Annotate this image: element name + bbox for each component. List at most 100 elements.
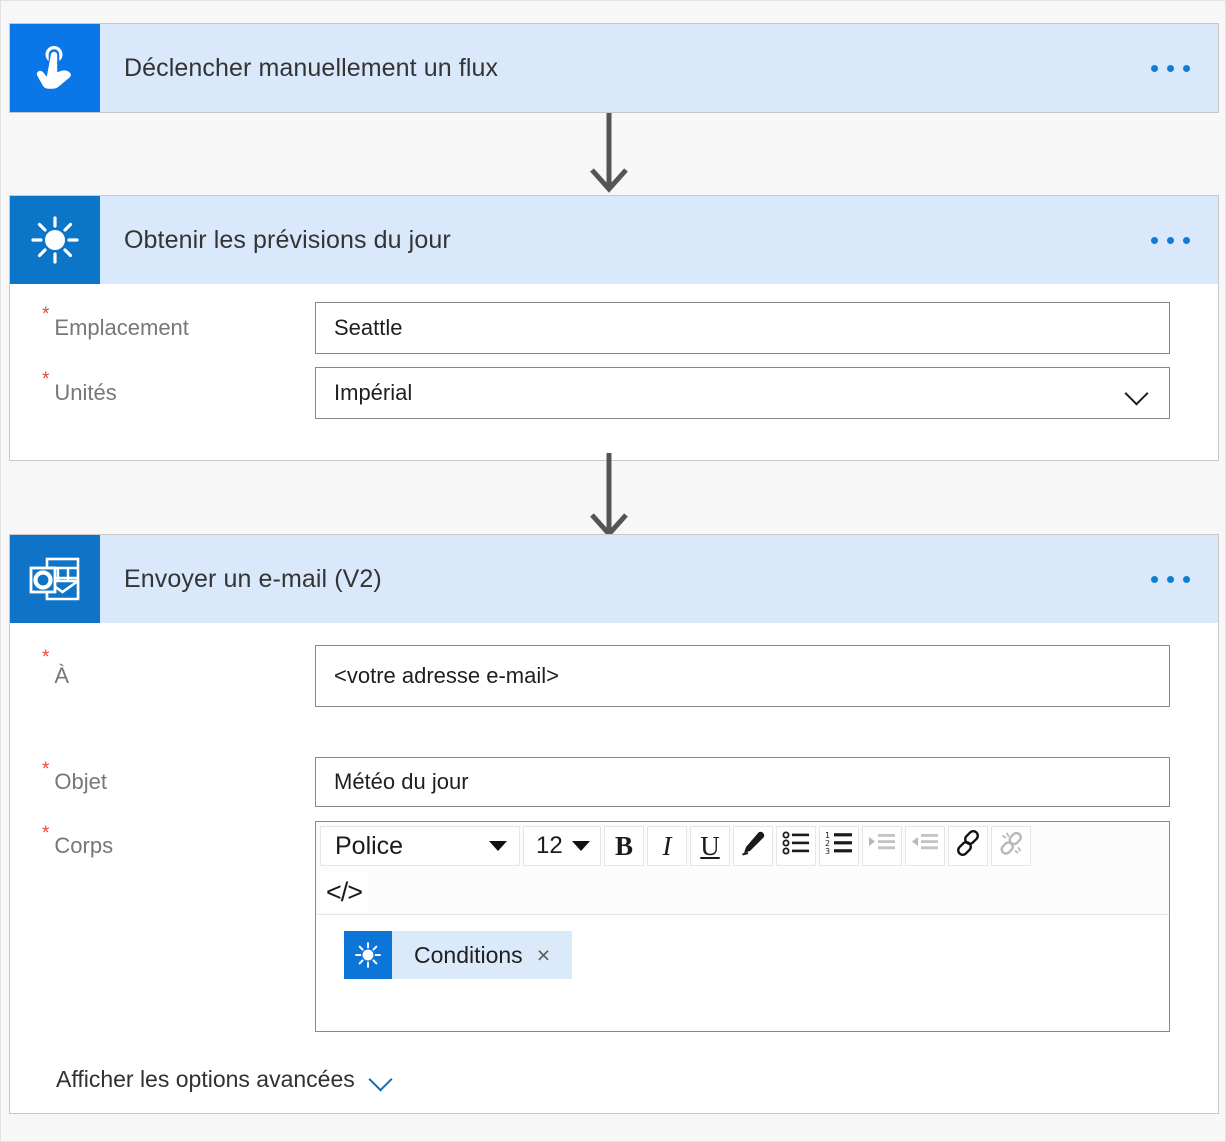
ellipsis-dot xyxy=(1183,64,1190,72)
required-asterisk: * xyxy=(42,823,50,844)
to-input[interactable]: <votre adresse e-mail> xyxy=(315,645,1170,707)
field-label-to: * À xyxy=(10,645,315,707)
rich-text-toolbar: Police 12 B I U 1 2 3 </> xyxy=(316,822,1169,915)
indent-decrease-button[interactable] xyxy=(905,826,945,866)
tap-hand-icon xyxy=(10,24,100,112)
numbered-list-icon: 1 2 3 xyxy=(825,831,853,861)
field-label-body: * Corps xyxy=(10,821,315,871)
insert-link-button[interactable] xyxy=(948,826,988,866)
unites-selected-value: Impérial xyxy=(334,380,413,405)
bulleted-list-icon xyxy=(782,831,810,861)
card-header-weather[interactable]: Obtenir les prévisions du jour xyxy=(10,196,1218,284)
card-header-trigger[interactable]: Déclencher manuellement un flux xyxy=(10,24,1218,112)
flow-step-card-weather[interactable]: Obtenir les prévisions du jour * Emplace… xyxy=(9,195,1219,461)
required-asterisk: * xyxy=(42,304,50,325)
field-row-to: * À <votre adresse e-mail> xyxy=(10,645,1218,707)
rich-text-editor[interactable]: Police 12 B I U 1 2 3 </> Conditions × xyxy=(315,821,1170,1032)
flow-connector-arrow xyxy=(581,113,641,193)
indent-increase-button[interactable] xyxy=(862,826,902,866)
card-body-email: * À <votre adresse e-mail> * Objet Météo… xyxy=(10,645,1218,1093)
underline-icon: U xyxy=(700,830,720,861)
required-asterisk: * xyxy=(42,369,50,390)
field-label-unites: * Unités xyxy=(10,367,315,419)
field-control-body: Police 12 B I U 1 2 3 </> Conditions × xyxy=(315,821,1218,1032)
link-icon xyxy=(954,829,982,863)
field-label-text: Corps xyxy=(54,833,114,858)
flow-step-card-trigger[interactable]: Déclencher manuellement un flux xyxy=(9,23,1219,113)
emplacement-input[interactable]: Seattle xyxy=(315,302,1170,354)
card-header-email[interactable]: Envoyer un e-mail (V2) xyxy=(10,535,1218,623)
unites-select[interactable]: Impérial xyxy=(315,367,1170,419)
pen-icon xyxy=(740,830,766,862)
ellipsis-dot xyxy=(1167,236,1174,244)
code-icon: </> xyxy=(326,876,363,907)
outlook-icon xyxy=(10,535,100,623)
card-title-trigger: Déclencher manuellement un flux xyxy=(124,53,499,82)
field-label-text: Objet xyxy=(54,769,107,794)
font-family-value: Police xyxy=(335,831,404,860)
card-menu-button-weather[interactable] xyxy=(1151,196,1218,284)
ellipsis-dot xyxy=(1151,236,1158,244)
sun-weather-icon xyxy=(344,931,392,979)
ellipsis-dot xyxy=(1183,236,1190,244)
field-control-unites: Impérial xyxy=(315,367,1218,419)
ellipsis-dot xyxy=(1183,575,1190,583)
advanced-options-label: Afficher les options avancées xyxy=(56,1066,355,1092)
sun-weather-icon xyxy=(10,196,100,284)
chevron-down-icon xyxy=(489,841,507,851)
ellipsis-dot xyxy=(1151,64,1158,72)
field-label-text: Unités xyxy=(54,380,117,405)
font-color-button[interactable] xyxy=(733,826,773,866)
field-row-unites: * Unités Impérial xyxy=(10,367,1218,419)
field-label-text: À xyxy=(54,663,70,688)
bold-icon: B xyxy=(614,830,633,861)
ellipsis-dot xyxy=(1167,575,1174,583)
field-label-subject: * Objet xyxy=(10,757,315,807)
italic-button[interactable]: I xyxy=(647,826,687,866)
show-advanced-options-link[interactable]: Afficher les options avancées xyxy=(56,1066,395,1093)
field-control-to: <votre adresse e-mail> xyxy=(315,645,1218,707)
chevron-down-icon xyxy=(1125,380,1151,406)
field-row-body: * Corps Police 12 B I U 1 2 3 </> Condit… xyxy=(10,821,1218,1032)
italic-icon: I xyxy=(662,830,672,861)
rich-text-content[interactable]: Conditions × xyxy=(316,915,1169,1031)
card-menu-button-email[interactable] xyxy=(1151,535,1218,623)
token-remove-button[interactable]: × xyxy=(537,943,572,967)
code-view-button[interactable]: </> xyxy=(320,872,369,912)
card-title-email: Envoyer un e-mail (V2) xyxy=(124,564,382,593)
font-size-value: 12 xyxy=(536,832,563,859)
svg-text:3: 3 xyxy=(825,847,830,855)
dynamic-content-token-conditions[interactable]: Conditions × xyxy=(344,931,573,979)
required-asterisk: * xyxy=(42,759,50,780)
font-family-dropdown[interactable]: Police xyxy=(320,826,520,866)
bold-button[interactable]: B xyxy=(604,826,644,866)
indent-increase-icon xyxy=(868,832,896,860)
field-control-subject: Météo du jour xyxy=(315,757,1218,807)
flow-connector-arrow xyxy=(581,453,641,538)
unlink-icon xyxy=(997,829,1025,863)
chevron-down-icon xyxy=(369,1067,395,1093)
indent-decrease-icon xyxy=(911,832,939,860)
card-body-weather: * Emplacement Seattle * Unités Impérial xyxy=(10,302,1218,419)
field-row-emplacement: * Emplacement Seattle xyxy=(10,302,1218,354)
font-size-dropdown[interactable]: 12 xyxy=(523,826,601,866)
subject-input[interactable]: Météo du jour xyxy=(315,757,1170,807)
chevron-down-icon xyxy=(572,841,590,851)
bulleted-list-button[interactable] xyxy=(776,826,816,866)
flow-step-card-email[interactable]: Envoyer un e-mail (V2) * À <votre adress… xyxy=(9,534,1219,1114)
card-title-weather: Obtenir les prévisions du jour xyxy=(124,225,451,254)
field-row-subject: * Objet Météo du jour xyxy=(10,757,1218,807)
ellipsis-dot xyxy=(1167,64,1174,72)
remove-link-button[interactable] xyxy=(991,826,1031,866)
advanced-options-row: Afficher les options avancées xyxy=(10,1032,1218,1093)
card-menu-button-trigger[interactable] xyxy=(1151,24,1218,112)
required-asterisk: * xyxy=(42,647,50,668)
ellipsis-dot xyxy=(1151,575,1158,583)
token-label: Conditions xyxy=(414,941,523,968)
field-label-text: Emplacement xyxy=(54,315,189,340)
field-label-emplacement: * Emplacement xyxy=(10,302,315,354)
flow-designer-canvas: Déclencher manuellement un flux Obtenir … xyxy=(0,0,1226,1142)
underline-button[interactable]: U xyxy=(690,826,730,866)
numbered-list-button[interactable]: 1 2 3 xyxy=(819,826,859,866)
field-control-emplacement: Seattle xyxy=(315,302,1218,354)
